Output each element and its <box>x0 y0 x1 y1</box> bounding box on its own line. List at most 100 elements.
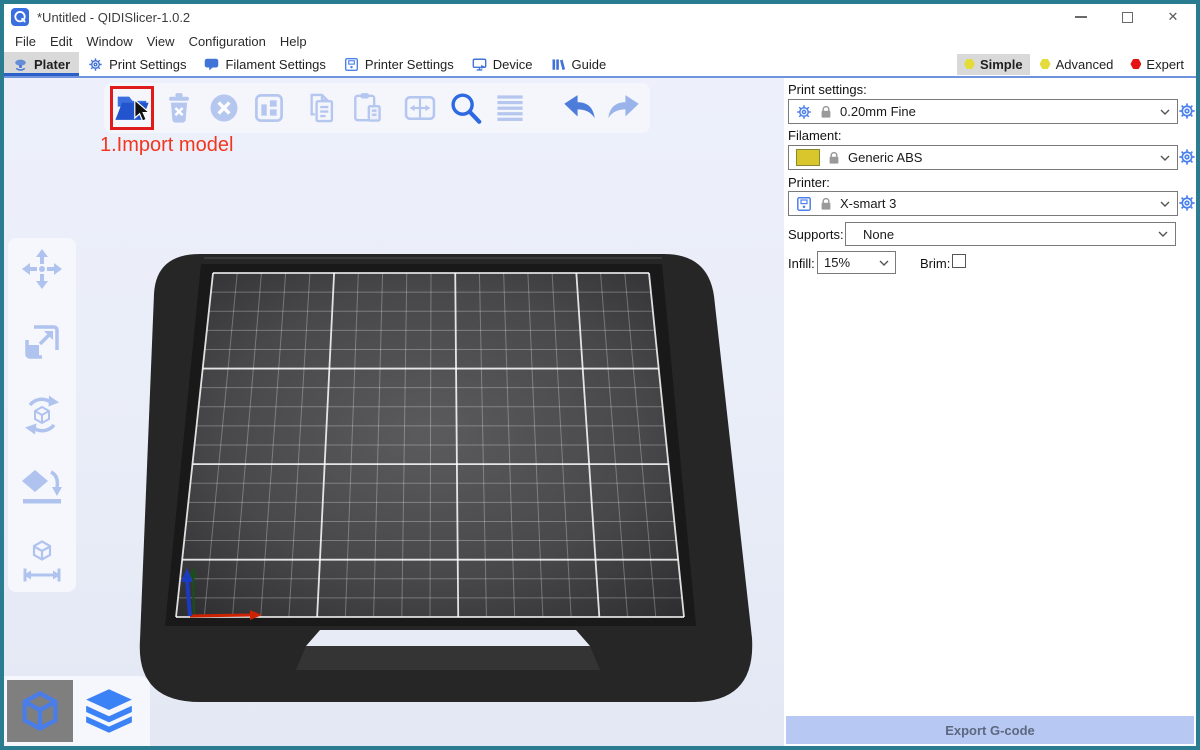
3d-viewport[interactable]: 1.Import model <box>4 78 784 746</box>
split-to-objects-button[interactable] <box>400 88 440 128</box>
search-button[interactable] <box>445 88 485 128</box>
tab-printer-settings[interactable]: Printer Settings <box>335 52 463 76</box>
advanced-mode-dot-icon <box>1040 59 1051 70</box>
app-logo-icon <box>11 8 29 26</box>
simple-mode-dot-icon <box>964 59 975 70</box>
layers-preview-icon <box>82 687 136 735</box>
3d-editor-view-button[interactable] <box>7 680 73 742</box>
tab-plater[interactable]: Plater <box>4 52 79 76</box>
window-title: *Untitled - QIDISlicer-1.0.2 <box>37 10 190 25</box>
maximize-button[interactable] <box>1104 4 1150 30</box>
gear-icon <box>1178 102 1196 120</box>
minimize-button[interactable] <box>1058 4 1104 30</box>
infill-label: Infill: <box>788 256 815 271</box>
filament-combo[interactable]: Generic ABS <box>788 145 1178 170</box>
print-settings-combo[interactable]: 0.20mm Fine <box>788 99 1178 124</box>
plater-icon <box>13 57 28 72</box>
variable-layer-height-button[interactable] <box>490 88 530 128</box>
measure-tool-button[interactable] <box>20 539 64 583</box>
brim-label: Brim: <box>920 256 950 271</box>
paste-button[interactable] <box>347 88 387 128</box>
tab-label: Guide <box>572 57 607 72</box>
lock-icon <box>820 105 832 119</box>
copy-icon <box>304 90 340 126</box>
close-icon: ✕ <box>1168 9 1179 25</box>
split-to-objects-icon <box>402 90 438 126</box>
tab-label: Printer Settings <box>365 57 454 72</box>
mode-label: Advanced <box>1056 57 1114 72</box>
arrange-icon <box>251 90 287 126</box>
tab-print-settings[interactable]: Print Settings <box>79 52 195 76</box>
print-settings-icon <box>88 57 103 72</box>
mode-label: Expert <box>1146 57 1184 72</box>
chevron-down-icon <box>879 260 889 266</box>
search-icon <box>446 89 484 127</box>
edit-print-settings-button[interactable] <box>1178 102 1196 120</box>
settings-panel: Print settings: 0.20mm Fine Filament: Ge… <box>784 78 1196 746</box>
menu-bar: File Edit Window View Configuration Help <box>4 30 1196 52</box>
edit-printer-button[interactable] <box>1178 194 1196 212</box>
mode-simple[interactable]: Simple <box>957 54 1030 75</box>
printer-combo[interactable]: X-smart 3 <box>788 191 1178 216</box>
mode-advanced[interactable]: Advanced <box>1033 54 1121 75</box>
menu-help[interactable]: Help <box>273 34 314 49</box>
menu-edit[interactable]: Edit <box>43 34 79 49</box>
chevron-down-icon <box>1158 231 1168 237</box>
supports-label: Supports: <box>788 227 844 242</box>
menu-view[interactable]: View <box>140 34 182 49</box>
move-tool-button[interactable] <box>20 247 64 291</box>
scale-icon <box>20 320 64 364</box>
supports-combo[interactable]: None <box>845 222 1176 246</box>
delete-button[interactable] <box>159 88 199 128</box>
filament-label: Filament: <box>788 128 841 143</box>
tab-label: Plater <box>34 57 70 72</box>
tab-device[interactable]: Device <box>463 52 542 76</box>
chevron-down-icon <box>1160 201 1170 207</box>
tab-label: Device <box>493 57 533 72</box>
preview-view-button[interactable] <box>76 680 142 742</box>
copy-button[interactable] <box>302 88 342 128</box>
3d-view-cube-icon <box>18 689 62 733</box>
tab-label: Print Settings <box>109 57 186 72</box>
delete-all-button[interactable] <box>204 88 244 128</box>
printer-label: Printer: <box>788 175 830 190</box>
title-bar: *Untitled - QIDISlicer-1.0.2 ✕ <box>4 4 1196 30</box>
gear-icon <box>1178 194 1196 212</box>
redo-icon <box>605 89 643 127</box>
place-on-face-icon <box>20 466 64 510</box>
menu-configuration[interactable]: Configuration <box>182 34 273 49</box>
infill-combo[interactable]: 15% <box>817 251 896 274</box>
app-window: *Untitled - QIDISlicer-1.0.2 ✕ File Edit… <box>0 0 1200 750</box>
tab-bar: Plater Print Settings Filament Settings … <box>4 52 1196 78</box>
menu-file[interactable]: File <box>8 34 43 49</box>
arrange-button[interactable] <box>249 88 289 128</box>
edit-filament-button[interactable] <box>1178 148 1196 166</box>
export-gcode-button[interactable]: Export G-code <box>786 716 1194 744</box>
measure-icon <box>20 539 64 583</box>
filament-color-swatch <box>796 149 820 166</box>
brim-checkbox[interactable] <box>952 254 966 268</box>
mode-switcher: Simple Advanced Expert <box>957 52 1196 76</box>
rotate-tool-button[interactable] <box>20 393 64 437</box>
lock-icon <box>820 197 832 211</box>
place-on-face-tool-button[interactable] <box>20 466 64 510</box>
delete-icon <box>161 90 197 126</box>
rotate-icon <box>20 393 64 437</box>
tab-guide[interactable]: Guide <box>542 52 616 76</box>
mode-expert[interactable]: Expert <box>1123 54 1191 75</box>
close-button[interactable]: ✕ <box>1150 4 1196 30</box>
tab-filament-settings[interactable]: Filament Settings <box>195 52 334 76</box>
gizmo-toolbar <box>8 238 76 592</box>
filament-value: Generic ABS <box>848 150 922 165</box>
object-toolbar <box>104 83 650 133</box>
scale-tool-button[interactable] <box>20 320 64 364</box>
maximize-icon <box>1122 12 1133 23</box>
redo-button[interactable] <box>604 88 644 128</box>
print-settings-label: Print settings: <box>788 82 867 97</box>
expert-mode-dot-icon <box>1130 59 1141 70</box>
minimize-icon <box>1075 16 1087 18</box>
menu-window[interactable]: Window <box>79 34 139 49</box>
paste-icon <box>349 90 385 126</box>
chevron-down-icon <box>1160 155 1170 161</box>
undo-button[interactable] <box>559 88 599 128</box>
